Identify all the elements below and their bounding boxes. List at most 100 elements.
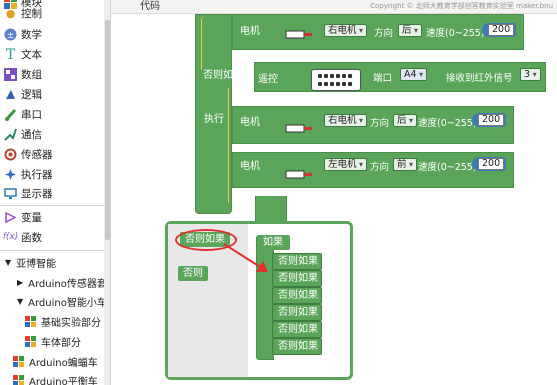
control-icon: ● — [5, 7, 16, 20]
sidebar-item-label: 文本 — [21, 49, 42, 61]
block-category-sidebar: 模块 ● 控制 ± 数学 T 文本 数组 逻辑 串口 通信 传感器 执行器 显示… — [0, 0, 111, 385]
colored-cube-icon — [25, 336, 36, 347]
speed-value[interactable]: 200 — [478, 158, 505, 170]
svg-text:±: ± — [7, 31, 15, 41]
direction-label: 方向 — [374, 28, 394, 39]
motor-label: 电机 — [240, 161, 260, 172]
tree-item-label: Arduino智能小车 — [28, 298, 107, 309]
tree-item-yahboom[interactable]: ▼ 亚博智能 — [5, 253, 56, 272]
tree-item-label: Arduino蝙蝠车 — [29, 358, 98, 369]
sidebar-item-control[interactable]: ● 控制 — [0, 4, 42, 23]
variable-icon — [4, 211, 17, 224]
port-label: 端口 — [373, 73, 393, 84]
communication-icon — [4, 128, 17, 141]
receive-ir-label: 接收到红外信号 — [446, 73, 513, 84]
ir-signal-select[interactable]: 3 — [520, 68, 541, 81]
mutator-stack-else-if[interactable]: 否则如果 — [272, 338, 322, 355]
sidebar-item-array[interactable]: 数组 — [0, 65, 42, 84]
sidebar-item-label: 数组 — [21, 69, 42, 81]
tree-item-label: Arduino传感器套件 — [28, 279, 111, 290]
mutator-stack-else-if[interactable]: 否则如果 — [272, 304, 322, 321]
port-select[interactable]: A4 — [400, 68, 428, 81]
tree-item-bat-car[interactable]: Arduino蝙蝠车 — [13, 352, 98, 371]
tree-item-label: 车体部分 — [41, 338, 81, 349]
sidebar-item-label: 逻辑 — [21, 89, 42, 101]
tree-item-car-body[interactable]: 车体部分 — [25, 332, 81, 351]
tree-item-label: Arduino平衡车 — [29, 377, 98, 385]
sidebar-scrollbar[interactable] — [104, 0, 110, 385]
display-icon — [4, 187, 17, 200]
speed-label: 速度(0~255) — [418, 162, 477, 173]
actuator-icon — [4, 168, 17, 181]
direction-label: 方向 — [370, 118, 390, 129]
speed-number-block[interactable]: 200 — [482, 23, 517, 37]
direction-select[interactable]: 后 — [393, 114, 418, 127]
expand-triangle-icon[interactable]: ▼ — [5, 258, 11, 267]
collapse-triangle-icon[interactable]: ▶ — [17, 278, 23, 287]
sidebar-item-communication[interactable]: 通信 — [0, 125, 42, 144]
sidebar-item-sensor[interactable]: 传感器 — [0, 145, 53, 164]
sidebar-item-serial[interactable]: 串口 — [0, 105, 42, 124]
sidebar-item-label: 执行器 — [21, 169, 53, 181]
sidebar-item-label: 通信 — [21, 129, 42, 141]
scrollbar-thumb[interactable] — [105, 20, 110, 240]
sidebar-divider — [0, 250, 110, 251]
else-if-label: 否则如果 — [203, 70, 243, 81]
function-icon: f(x) — [2, 232, 19, 242]
execute-label: 执行 — [204, 114, 224, 125]
motor-image-icon — [285, 30, 312, 39]
sidebar-item-label: 数学 — [21, 29, 42, 41]
sidebar-divider — [0, 205, 110, 206]
sensor-icon — [4, 148, 17, 161]
colored-cube-icon — [13, 356, 24, 367]
colored-cube-icon — [13, 375, 24, 385]
speed-label: 速度(0~255) — [426, 28, 485, 39]
logic-icon — [4, 88, 17, 101]
sidebar-item-label: 变量 — [21, 212, 42, 224]
sidebar-item-math[interactable]: ± 数学 — [0, 25, 42, 44]
motor-label: 电机 — [240, 26, 260, 37]
tree-item-basic-experiments[interactable]: 基础实验部分 — [25, 312, 101, 331]
sidebar-item-function[interactable]: f(x) 函数 — [0, 228, 42, 247]
tree-item-label: 基础实验部分 — [41, 318, 101, 329]
array-icon — [4, 68, 17, 81]
remote-controller-image — [311, 69, 361, 91]
direction-select[interactable]: 后 — [398, 24, 423, 37]
mutator-else-block[interactable]: 否则 — [178, 266, 208, 281]
sidebar-item-label: 传感器 — [21, 149, 53, 161]
direction-select[interactable]: 前 — [393, 158, 418, 171]
speed-value[interactable]: 200 — [478, 114, 505, 126]
mutator-stack-else-if[interactable]: 否则如果 — [272, 287, 322, 304]
speed-label: 速度(0~255) — [418, 118, 477, 129]
tab-code[interactable]: 代码 — [115, 0, 185, 14]
speed-number-block[interactable]: 200 — [472, 113, 507, 127]
motor-select[interactable]: 右电机 — [324, 114, 368, 127]
direction-label: 方向 — [370, 162, 390, 173]
text-icon: T — [5, 46, 16, 63]
serial-icon — [4, 108, 17, 121]
motor-select[interactable]: 右电机 — [324, 24, 368, 37]
copyright-watermark: Copyright © 北师大教育学部创客教育实验室 maker.bnu — [370, 2, 553, 10]
tree-item-smart-car[interactable]: ▼ Arduino智能小车 — [17, 292, 107, 311]
speed-number-block[interactable]: 200 — [472, 157, 507, 171]
red-arrow-icon — [223, 243, 268, 272]
sidebar-item-display[interactable]: 显示器 — [0, 184, 53, 203]
remote-label: 遥控 — [258, 74, 278, 85]
sidebar-item-actuator[interactable]: 执行器 — [0, 165, 53, 184]
motor-select[interactable]: 左电机 — [324, 158, 368, 171]
block-outline — [201, 16, 231, 70]
sidebar-item-variable[interactable]: 变量 — [0, 208, 42, 227]
motor-label: 电机 — [240, 117, 260, 128]
sidebar-item-logic[interactable]: 逻辑 — [0, 85, 42, 104]
colored-cube-icon — [25, 316, 36, 327]
tree-item-sensor-kit[interactable]: ▶ Arduino传感器套件 — [17, 273, 111, 292]
speed-value[interactable]: 200 — [488, 24, 515, 36]
math-icon: ± — [4, 28, 17, 41]
motor-image-icon — [285, 170, 312, 179]
tree-item-label: 亚博智能 — [16, 259, 57, 270]
sidebar-item-text[interactable]: T 文本 — [0, 45, 42, 64]
sidebar-item-label: 显示器 — [21, 188, 53, 200]
mutator-stack-else-if[interactable]: 否则如果 — [272, 321, 322, 338]
expand-triangle-icon[interactable]: ▼ — [17, 297, 23, 306]
tree-item-balance-car[interactable]: Arduino平衡车 — [13, 371, 98, 385]
